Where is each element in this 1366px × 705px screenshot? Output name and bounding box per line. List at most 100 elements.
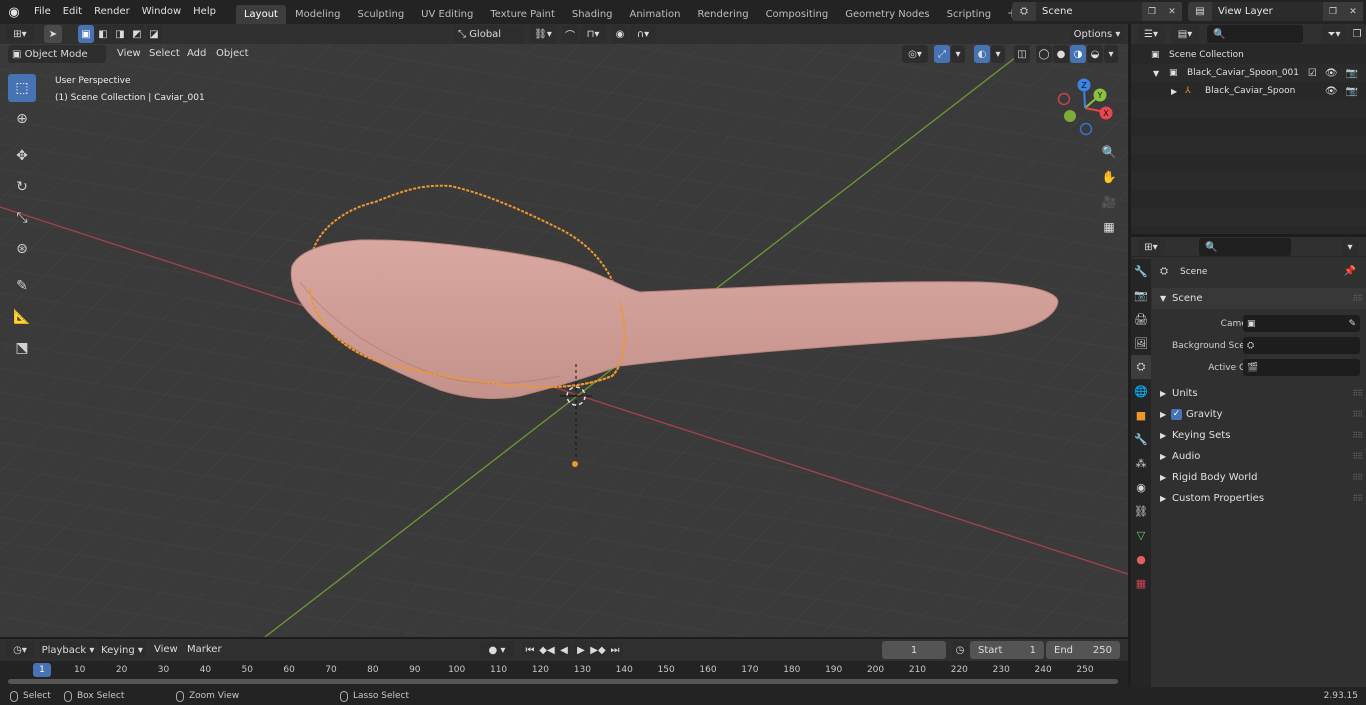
collapse-arrow-icon[interactable]: ▶ bbox=[1171, 87, 1177, 96]
collapse-arrow-icon[interactable]: ▶ bbox=[1160, 389, 1166, 398]
panel-keying-sets[interactable]: ▶ Keying Sets ⠿⠿ bbox=[1152, 425, 1366, 446]
background-scene-field[interactable]: ⛭ bbox=[1243, 337, 1360, 354]
jump-end-icon[interactable]: ⏭ bbox=[607, 641, 623, 659]
new-collection-icon[interactable]: ❐ bbox=[1349, 25, 1365, 43]
panel-audio[interactable]: ▶ Audio ⠿⠿ bbox=[1152, 446, 1366, 467]
panel-units[interactable]: ▶ Units ⠿⠿ bbox=[1152, 383, 1366, 404]
options-dropdown[interactable]: Options ▾ bbox=[1071, 25, 1123, 43]
menu-window[interactable]: Window bbox=[136, 0, 187, 24]
collapse-arrow-icon[interactable]: ▶ bbox=[1160, 473, 1166, 482]
playback-menu[interactable]: Playback ▾ bbox=[40, 641, 96, 659]
menu-file[interactable]: File bbox=[28, 0, 57, 24]
wireframe-shading-icon[interactable]: ◯ bbox=[1036, 45, 1052, 63]
annotate-tool-icon[interactable]: ✎ bbox=[8, 272, 36, 300]
copy-view-layer-icon[interactable]: ❐ bbox=[1323, 2, 1343, 21]
select-new-icon[interactable]: ▣ bbox=[78, 25, 94, 43]
timeline-editor-type-icon[interactable]: ◷▾ bbox=[6, 641, 34, 659]
end-frame-field[interactable]: End 250 bbox=[1046, 641, 1120, 659]
rendered-shading-icon[interactable]: ◒ bbox=[1087, 45, 1103, 63]
orientation-dropdown[interactable]: ⤡ Global bbox=[454, 25, 524, 43]
snap-target-icon[interactable]: ⊓▾ bbox=[580, 25, 606, 43]
output-tab-icon[interactable]: 🖨 bbox=[1131, 307, 1151, 331]
drag-handle-icon[interactable]: ⠿⠿ bbox=[1352, 294, 1363, 303]
overlay-dropdown-icon[interactable]: ▾ bbox=[991, 45, 1005, 63]
scene-tab-icon[interactable]: ⛭ bbox=[1131, 355, 1151, 379]
tab-rendering[interactable]: Rendering bbox=[689, 5, 756, 24]
editor-type-icon[interactable]: ⊞▾ bbox=[6, 25, 34, 43]
outliner-item-caviar-spoon[interactable]: ▶ ⅄ Black_Caviar_Spoon 👁 📷 bbox=[1131, 82, 1366, 100]
properties-editor-type-icon[interactable]: ⊞▾ bbox=[1137, 238, 1165, 256]
tab-modeling[interactable]: Modeling bbox=[287, 5, 349, 24]
xray-icon[interactable]: ◫ bbox=[1014, 45, 1030, 63]
object-tab-icon[interactable]: ■ bbox=[1131, 403, 1151, 427]
tab-sculpting[interactable]: Sculpting bbox=[349, 5, 412, 24]
active-clip-field[interactable]: 🎬 bbox=[1243, 359, 1360, 376]
outliner-item-scene-collection[interactable]: ▣ Scene Collection bbox=[1131, 46, 1366, 64]
outliner-item-caviar-spoon-001[interactable]: ▼ ▣ Black_Caviar_Spoon_001 ☑ 👁 📷 bbox=[1131, 64, 1366, 82]
constraints-tab-icon[interactable]: ⛓ bbox=[1131, 499, 1151, 523]
properties-search-input[interactable]: 🔍 bbox=[1199, 238, 1291, 256]
menu-select[interactable]: Select bbox=[149, 45, 180, 63]
expand-arrow-icon[interactable]: ▼ bbox=[1160, 294, 1166, 303]
tab-animation[interactable]: Animation bbox=[622, 5, 689, 24]
view-layer-tab-icon[interactable]: 🖼 bbox=[1131, 331, 1151, 355]
3d-viewport[interactable]: User Perspective (1) Scene Collection | … bbox=[0, 44, 1128, 637]
jump-start-icon[interactable]: ⏮ bbox=[522, 641, 538, 659]
collapse-arrow-icon[interactable]: ▶ bbox=[1160, 494, 1166, 503]
mode-dropdown[interactable]: ▣ Object Mode bbox=[8, 45, 106, 63]
physics-tab-icon[interactable]: ◉ bbox=[1131, 475, 1151, 499]
visibility-icon[interactable]: ◎▾ bbox=[902, 45, 928, 63]
tab-layout[interactable]: Layout bbox=[235, 5, 286, 24]
drag-handle-icon[interactable]: ⠿⠿ bbox=[1352, 473, 1363, 482]
drag-handle-icon[interactable]: ⠿⠿ bbox=[1352, 431, 1363, 440]
copy-scene-icon[interactable]: ❐ bbox=[1142, 2, 1162, 21]
next-keyframe-icon[interactable]: ▶◆ bbox=[590, 641, 606, 659]
pan-hand-icon[interactable]: ✋ bbox=[1098, 166, 1120, 188]
select-box-tool-icon[interactable]: ⬚ bbox=[8, 74, 36, 102]
scene-section-header[interactable]: ▼ Scene ⠿⠿ bbox=[1152, 288, 1366, 309]
timeline-menu-marker[interactable]: Marker bbox=[187, 641, 222, 659]
menu-add[interactable]: Add bbox=[187, 45, 206, 63]
particles-tab-icon[interactable]: ⁂ bbox=[1131, 451, 1151, 475]
snap-icon[interactable]: ⌒ bbox=[562, 25, 578, 43]
tab-shading[interactable]: Shading bbox=[564, 5, 621, 24]
camera-icon[interactable]: 📷 bbox=[1346, 86, 1358, 97]
keying-menu[interactable]: Keying ▾ bbox=[98, 641, 146, 659]
pivot-point-icon[interactable]: ⛓▾ bbox=[530, 25, 556, 43]
view-layer-name-field[interactable]: View Layer bbox=[1212, 2, 1323, 21]
tab-scripting[interactable]: Scripting bbox=[939, 5, 999, 24]
object-origin-point[interactable] bbox=[572, 461, 578, 467]
measure-tool-icon[interactable]: 📐 bbox=[8, 303, 36, 331]
material-tab-icon[interactable]: ● bbox=[1131, 547, 1151, 571]
filter-icon[interactable]: ⏷▾ bbox=[1321, 25, 1347, 43]
menu-view[interactable]: View bbox=[117, 45, 141, 63]
eye-icon[interactable]: 👁 bbox=[1325, 68, 1338, 79]
view-layer-selector[interactable]: ▤ View Layer ❐ ✕ bbox=[1188, 2, 1363, 21]
tab-texture-paint[interactable]: Texture Paint bbox=[482, 5, 563, 24]
render-tab-icon[interactable]: 📷 bbox=[1131, 283, 1151, 307]
start-frame-field[interactable]: Start 1 bbox=[970, 641, 1044, 659]
texture-tab-icon[interactable]: ▦ bbox=[1131, 571, 1151, 595]
panel-gravity[interactable]: ▶ ✓ Gravity ⠿⠿ bbox=[1152, 404, 1366, 425]
tool-tab-icon[interactable]: 🔧 bbox=[1131, 259, 1151, 283]
tab-uv-editing[interactable]: UV Editing bbox=[413, 5, 481, 24]
auto-keying-icon[interactable]: ● ▾ bbox=[480, 641, 514, 659]
eye-icon[interactable]: 👁 bbox=[1325, 86, 1338, 97]
solid-shading-icon[interactable]: ● bbox=[1053, 45, 1069, 63]
menu-edit[interactable]: Edit bbox=[57, 0, 88, 24]
expand-arrow-icon[interactable]: ▼ bbox=[1153, 69, 1159, 78]
timeline-scrollbar[interactable] bbox=[8, 679, 1118, 684]
panel-rigid-body-world[interactable]: ▶ Rigid Body World ⠿⠿ bbox=[1152, 467, 1366, 488]
modifier-tab-icon[interactable]: 🔧 bbox=[1131, 427, 1151, 451]
collapse-arrow-icon[interactable]: ▶ bbox=[1160, 452, 1166, 461]
play-icon[interactable]: ▶ bbox=[573, 641, 589, 659]
navigation-gizmo[interactable]: Y X Z bbox=[1055, 78, 1115, 138]
collapse-arrow-icon[interactable]: ▶ bbox=[1160, 410, 1166, 419]
view-layer-icon[interactable]: ▤ bbox=[1188, 2, 1212, 21]
material-shading-icon[interactable]: ◑ bbox=[1070, 45, 1086, 63]
preview-range-icon[interactable]: ◷ bbox=[952, 641, 968, 659]
menu-render[interactable]: Render bbox=[88, 0, 136, 24]
camera-field[interactable]: ▣ ✎ bbox=[1243, 315, 1360, 332]
rotate-tool-icon[interactable]: ↻ bbox=[8, 173, 36, 201]
drag-handle-icon[interactable]: ⠿⠿ bbox=[1352, 494, 1363, 503]
